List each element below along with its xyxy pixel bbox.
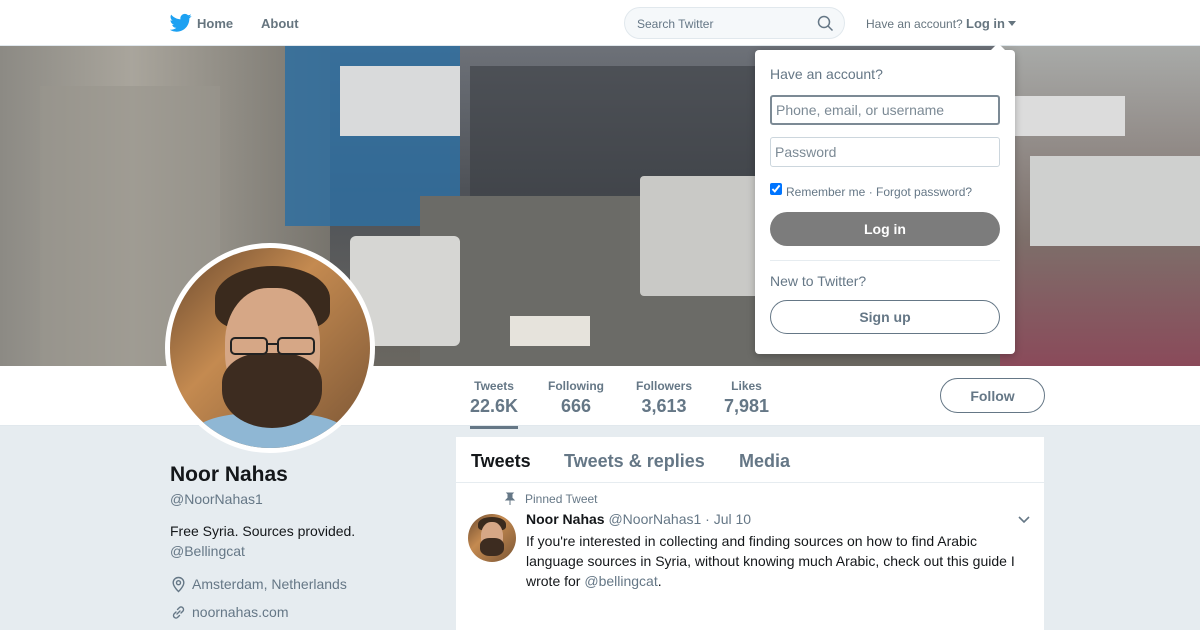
tweet-dot: · (705, 511, 710, 527)
stat-tweets[interactable]: Tweets 22.6K (470, 379, 519, 429)
password-field[interactable] (770, 137, 1000, 167)
profile-name[interactable]: Noor Nahas (170, 463, 288, 487)
search-icon[interactable] (817, 15, 834, 32)
username-field[interactable] (770, 95, 1000, 125)
tab-tweets[interactable]: Tweets (471, 451, 531, 472)
stat-value: 3,613 (641, 396, 687, 416)
bio-mention-link[interactable]: @Bellingcat (170, 543, 245, 559)
tweet-mention-link[interactable]: @bellingcat (584, 573, 657, 589)
pinned-label: Pinned Tweet (525, 492, 598, 506)
stat-label: Following (548, 379, 604, 393)
tweet-date[interactable]: Jul 10 (714, 511, 751, 527)
stat-value: 22.6K (470, 396, 519, 416)
profile-location: Amsterdam, Netherlands (170, 576, 347, 593)
tweet-author-handle[interactable]: @NoorNahas1 (608, 511, 701, 527)
location-text: Amsterdam, Netherlands (192, 576, 347, 592)
twitter-bird-icon[interactable] (170, 13, 192, 33)
new-to-twitter-text: New to Twitter? (770, 273, 867, 289)
stat-label: Likes (731, 379, 762, 393)
follow-button[interactable]: Follow (940, 378, 1045, 413)
signup-button[interactable]: Sign up (770, 300, 1000, 334)
stat-likes[interactable]: Likes 7,981 (724, 379, 769, 417)
tweet-text: If you're interested in collecting and f… (526, 531, 1026, 591)
tweet-end: . (657, 573, 662, 589)
login-button[interactable]: Log in (770, 212, 1000, 246)
tweet-author-name[interactable]: Noor Nahas (526, 511, 605, 527)
stat-following[interactable]: Following 666 (548, 379, 604, 417)
remember-forgot-text[interactable]: Remember me · Forgot password? (786, 185, 972, 199)
timeline-tabs: Tweets Tweets & replies Media (456, 437, 1044, 483)
avatar[interactable] (165, 243, 375, 453)
location-pin-icon (172, 576, 185, 593)
link-icon (172, 606, 185, 619)
caret-down-icon[interactable] (1008, 21, 1016, 26)
remember-me-checkbox[interactable] (770, 183, 782, 195)
stat-label: Followers (636, 379, 693, 393)
dropdown-title: Have an account? (770, 66, 883, 82)
profile-handle[interactable]: @NoorNahas1 (170, 491, 263, 507)
top-nav: Home About Search Twitter Have an accoun… (0, 0, 1200, 46)
dropdown-divider (770, 260, 1000, 261)
timeline: Tweets Tweets & replies Media Pinned Twe… (456, 437, 1044, 630)
profile-website[interactable]: noornahas.com (170, 604, 289, 620)
have-account-text: Have an account? (866, 17, 963, 31)
tab-tweets-replies[interactable]: Tweets & replies (564, 451, 705, 472)
stat-value: 666 (560, 396, 592, 416)
login-dropdown: Have an account? Remember me · Forgot pa… (755, 43, 1015, 354)
website-link[interactable]: noornahas.com (192, 604, 289, 620)
chevron-down-icon[interactable] (1017, 515, 1031, 525)
profile-bio: Free Syria. Sources provided. (170, 523, 356, 539)
pin-icon (504, 492, 516, 505)
tweet-header: Noor Nahas @NoorNahas1 · Jul 10 (526, 511, 751, 527)
nav-home-link[interactable]: Home (197, 16, 233, 31)
search-placeholder: Search Twitter (637, 17, 714, 31)
stat-followers[interactable]: Followers 3,613 (636, 379, 692, 417)
tab-media[interactable]: Media (739, 451, 790, 472)
stat-label: Tweets (474, 379, 514, 393)
search-input[interactable]: Search Twitter (624, 7, 845, 39)
stat-value: 7,981 (724, 396, 770, 416)
nav-about-link[interactable]: About (261, 16, 299, 31)
login-link[interactable]: Log in (966, 16, 1005, 31)
tweet-avatar[interactable] (468, 514, 516, 562)
